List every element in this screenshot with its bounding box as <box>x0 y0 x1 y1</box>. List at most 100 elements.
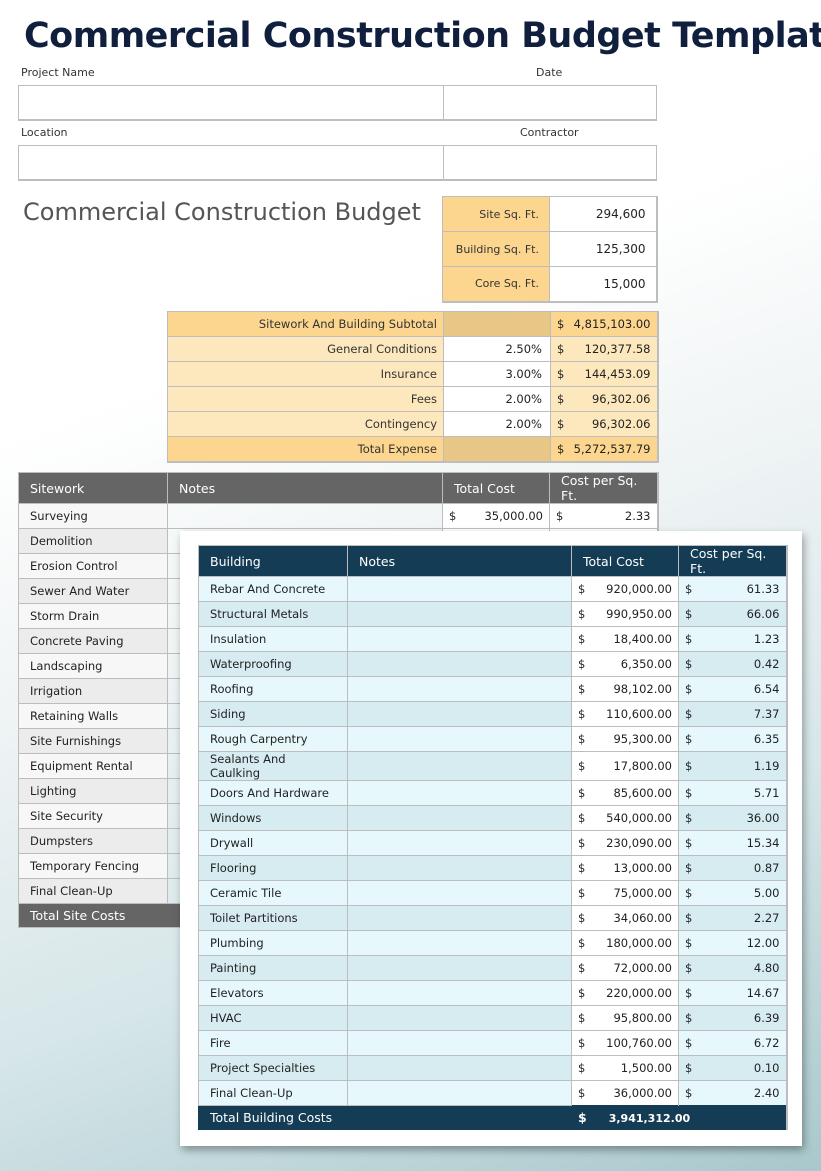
building-header-name: Building <box>198 545 348 577</box>
building-total-cost[interactable]: $72,000.00 <box>571 955 679 981</box>
building-notes-cell[interactable] <box>347 626 572 652</box>
location-input[interactable] <box>19 146 443 180</box>
building-notes-cell[interactable] <box>347 855 572 881</box>
project-name-input[interactable] <box>19 86 443 120</box>
building-cost-per-sqft[interactable]: $4.80 <box>678 955 787 981</box>
summary-percent[interactable]: 2.50% <box>443 336 551 362</box>
building-cost-per-sqft[interactable]: $36.00 <box>678 805 787 831</box>
building-cost-per-sqft[interactable]: $0.42 <box>678 651 787 677</box>
summary-percent[interactable]: 3.00% <box>443 361 551 387</box>
building-total-cost[interactable]: $180,000.00 <box>571 930 679 956</box>
building-cost-per-sqft[interactable]: $5.00 <box>678 880 787 906</box>
building-row: Structural Metals $990,950.00 $66.06 <box>198 601 787 627</box>
building-total-cost[interactable]: $85,600.00 <box>571 780 679 806</box>
contractor-input[interactable] <box>443 146 656 180</box>
building-cost-per-sqft[interactable]: $2.40 <box>678 1080 787 1106</box>
building-total-value: 3,941,312.00 <box>608 1112 691 1126</box>
currency-symbol: $ <box>578 861 586 875</box>
summary-percent[interactable]: 2.00% <box>443 411 551 437</box>
building-cost-per-sqft[interactable]: $1.23 <box>678 626 787 652</box>
building-total-cost[interactable]: $6,350.00 <box>571 651 679 677</box>
building-notes-cell[interactable] <box>347 980 572 1006</box>
sitework-notes-cell[interactable] <box>167 503 443 529</box>
building-notes-cell[interactable] <box>347 651 572 677</box>
building-notes-cell[interactable] <box>347 726 572 752</box>
sitework-item-name: Site Security <box>18 803 168 829</box>
building-total-cost[interactable]: $540,000.00 <box>571 805 679 831</box>
building-cost-per-sqft[interactable]: $6.72 <box>678 1030 787 1056</box>
summary-amount: 120,377.58 <box>584 342 651 356</box>
building-cost-per-sqft[interactable]: $66.06 <box>678 601 787 627</box>
building-total-cost[interactable]: $13,000.00 <box>571 855 679 881</box>
building-notes-cell[interactable] <box>347 576 572 602</box>
building-cost-per-sqft[interactable]: $6.54 <box>678 676 787 702</box>
building-total-cost[interactable]: $17,800.00 <box>571 751 679 781</box>
building-cost-per-sqft[interactable]: $6.35 <box>678 726 787 752</box>
building-total-cost-value: 230,090.00 <box>606 836 672 850</box>
building-total-cost[interactable]: $18,400.00 <box>571 626 679 652</box>
building-cost-per-sqft[interactable]: $1.19 <box>678 751 787 781</box>
building-total-cost[interactable]: $230,090.00 <box>571 830 679 856</box>
building-cost-per-sqft[interactable]: $0.87 <box>678 855 787 881</box>
building-total-cost[interactable]: $100,760.00 <box>571 1030 679 1056</box>
building-cost-per-sqft[interactable]: $2.27 <box>678 905 787 931</box>
project-name-label: Project Name <box>21 66 95 79</box>
sitework-total-cost[interactable]: $35,000.00 <box>442 503 550 529</box>
building-notes-cell[interactable] <box>347 905 572 931</box>
building-total-cost[interactable]: $1,500.00 <box>571 1055 679 1081</box>
building-total-cost[interactable]: $95,800.00 <box>571 1005 679 1031</box>
building-total-cost[interactable]: $110,600.00 <box>571 701 679 727</box>
currency-symbol: $ <box>685 607 693 621</box>
summary-amount: 96,302.06 <box>591 417 651 431</box>
building-total-cost[interactable]: $36,000.00 <box>571 1080 679 1106</box>
sqft-value[interactable]: 294,600 <box>549 196 657 232</box>
building-cost-per-sqft[interactable]: $0.10 <box>678 1055 787 1081</box>
building-cost-per-sqft-value: 12.00 <box>746 936 780 950</box>
building-cost-per-sqft[interactable]: $7.37 <box>678 701 787 727</box>
building-header-per-sqft: Cost per Sq. Ft. <box>678 545 787 577</box>
date-input[interactable] <box>443 86 656 120</box>
building-total-cost[interactable]: $990,950.00 <box>571 601 679 627</box>
building-notes-cell[interactable] <box>347 1055 572 1081</box>
building-notes-cell[interactable] <box>347 751 572 781</box>
building-notes-cell[interactable] <box>347 676 572 702</box>
building-total-cost[interactable]: $920,000.00 <box>571 576 679 602</box>
sitework-cost-per-sqft[interactable]: $2.33 <box>549 503 658 529</box>
sitework-header-notes: Notes <box>167 472 443 504</box>
building-notes-cell[interactable] <box>347 955 572 981</box>
building-total-cost[interactable]: $98,102.00 <box>571 676 679 702</box>
building-cost-per-sqft[interactable]: $6.39 <box>678 1005 787 1031</box>
building-total-cost-value: 540,000.00 <box>606 811 672 825</box>
building-cost-per-sqft-value: 5.00 <box>753 886 780 900</box>
currency-symbol: $ <box>578 811 586 825</box>
building-notes-cell[interactable] <box>347 1030 572 1056</box>
building-notes-cell[interactable] <box>347 701 572 727</box>
summary-label: Total Expense <box>167 436 444 462</box>
building-item-name: Sealants And Caulking <box>198 751 348 781</box>
building-notes-cell[interactable] <box>347 1080 572 1106</box>
building-cost-per-sqft[interactable]: $12.00 <box>678 930 787 956</box>
building-notes-cell[interactable] <box>347 601 572 627</box>
building-notes-cell[interactable] <box>347 780 572 806</box>
building-cost-per-sqft[interactable]: $5.71 <box>678 780 787 806</box>
building-notes-cell[interactable] <box>347 930 572 956</box>
sqft-value[interactable]: 125,300 <box>549 231 657 267</box>
building-total-cost[interactable]: $220,000.00 <box>571 980 679 1006</box>
building-total-cost[interactable]: $34,060.00 <box>571 905 679 931</box>
building-cost-per-sqft-value: 5.71 <box>753 786 780 800</box>
building-notes-cell[interactable] <box>347 805 572 831</box>
building-header-notes: Notes <box>347 545 572 577</box>
building-row: Siding $110,600.00 $7.37 <box>198 701 787 727</box>
sitework-item-name: Surveying <box>18 503 168 529</box>
building-notes-cell[interactable] <box>347 1005 572 1031</box>
building-cost-per-sqft[interactable]: $15.34 <box>678 830 787 856</box>
building-cost-per-sqft[interactable]: $61.33 <box>678 576 787 602</box>
sitework-item-name: Storm Drain <box>18 603 168 629</box>
building-total-cost[interactable]: $75,000.00 <box>571 880 679 906</box>
building-total-cost[interactable]: $95,300.00 <box>571 726 679 752</box>
building-notes-cell[interactable] <box>347 880 572 906</box>
building-notes-cell[interactable] <box>347 830 572 856</box>
summary-percent[interactable]: 2.00% <box>443 386 551 412</box>
sqft-value[interactable]: 15,000 <box>549 266 657 302</box>
building-cost-per-sqft[interactable]: $14.67 <box>678 980 787 1006</box>
